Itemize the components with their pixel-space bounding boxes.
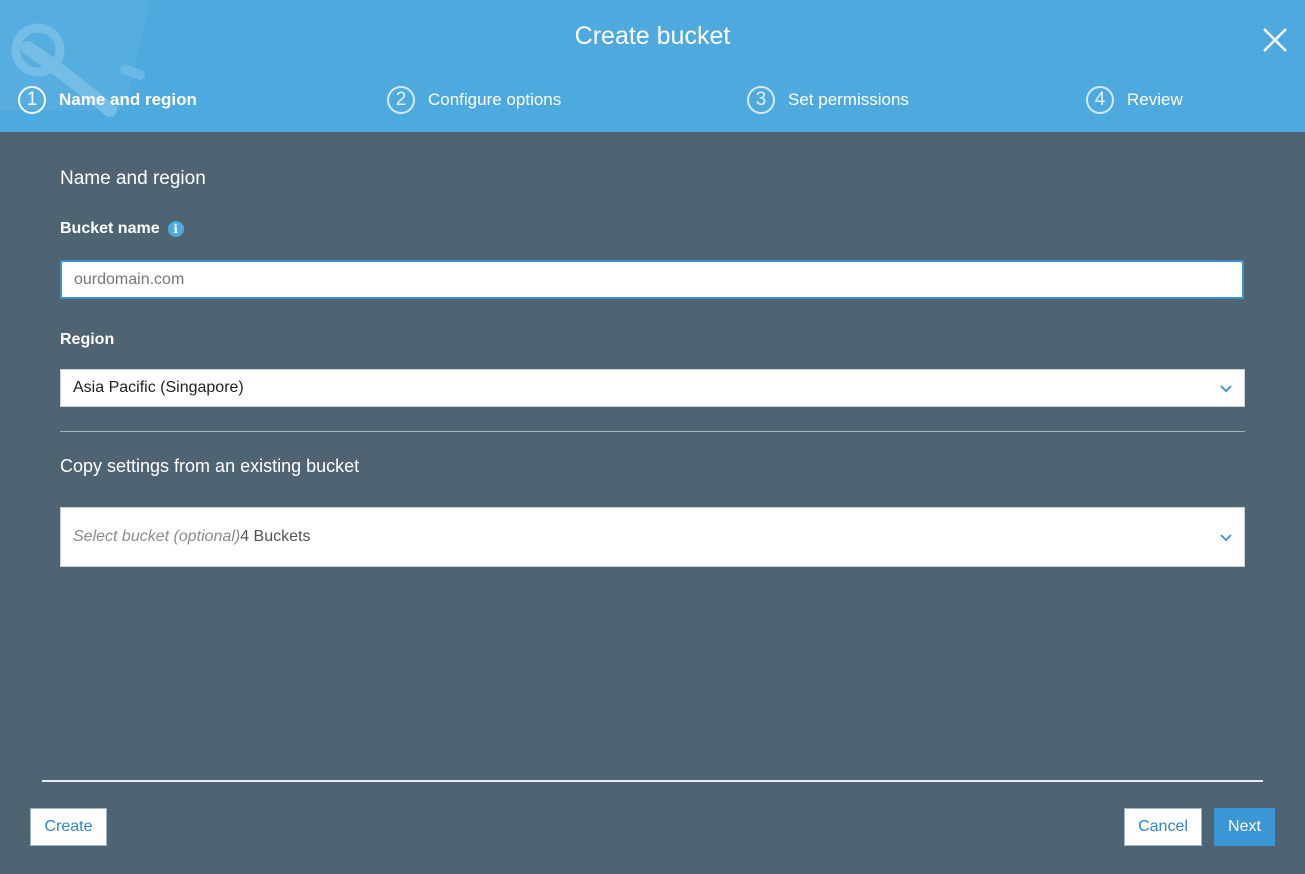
step-label: Review (1127, 90, 1183, 109)
footer-divider (42, 780, 1263, 782)
chevron-down-icon (1220, 385, 1232, 393)
step-set-permissions[interactable]: 3 Set permissions (747, 84, 909, 116)
chevron-down-icon (1220, 534, 1232, 542)
step-label: Set permissions (788, 90, 909, 109)
create-button[interactable]: Create (30, 808, 107, 846)
step-label: Configure options (428, 90, 562, 109)
modal-header: Create bucket 1 Name and region 2 Config… (0, 0, 1305, 132)
copy-bucket-placeholder: Select bucket (optional) (73, 528, 241, 545)
section-divider (60, 431, 1245, 432)
copy-bucket-select[interactable]: Select bucket (optional) 4 Buckets (60, 507, 1245, 567)
step-review[interactable]: 4 Review (1086, 84, 1183, 116)
close-icon[interactable] (1260, 25, 1290, 55)
region-label: Region (60, 331, 115, 348)
copy-settings-title: Copy settings from an existing bucket (60, 456, 360, 476)
next-button[interactable]: Next (1214, 808, 1275, 846)
cancel-button[interactable]: Cancel (1124, 808, 1202, 846)
region-select[interactable]: Asia Pacific (Singapore) (60, 369, 1245, 407)
step-label: Name and region (59, 90, 197, 109)
step-configure-options[interactable]: 2 Configure options (387, 84, 561, 116)
region-selected-value: Asia Pacific (Singapore) (73, 379, 244, 396)
bucket-name-input[interactable] (60, 260, 1244, 299)
info-icon[interactable]: i (167, 221, 184, 237)
step-name-and-region[interactable]: 1 Name and region (18, 84, 197, 116)
step-number-badge: 1 (18, 86, 46, 114)
step-number-badge: 4 (1086, 86, 1114, 114)
step-number-badge: 2 (387, 86, 415, 114)
section-title: Name and region (60, 168, 206, 189)
bucket-name-label: Bucket name i (60, 220, 184, 238)
bucket-name-label-text: Bucket name (60, 220, 160, 237)
modal-title: Create bucket (574, 22, 731, 50)
step-number-badge: 3 (747, 86, 775, 114)
bucket-count: 4 Buckets (240, 528, 311, 545)
